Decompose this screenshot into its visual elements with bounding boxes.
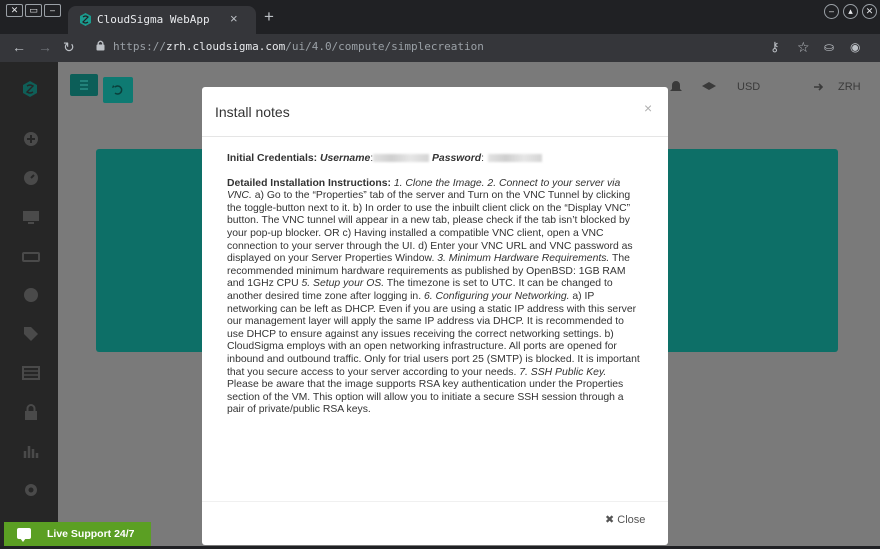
back-arrow-icon[interactable]: ← [12,39,26,55]
close-window-icon[interactable]: ✕ [862,4,877,19]
window-close-icon[interactable]: ✕ [6,4,23,17]
instruction-step-heading: 6. Configuring your Networking. [423,290,570,302]
redacted-password [487,154,542,163]
instruction-step-heading: 5. Setup your OS. [301,278,385,290]
maximize-window-icon[interactable]: ▴ [843,4,858,19]
left-sidebar [0,62,58,549]
url-host: zrh.cloudsigma.com [165,40,286,53]
url-scheme: https:// [113,40,166,53]
gear-icon[interactable] [22,481,40,499]
window-minimize-icon[interactable]: – [44,4,61,17]
dashboard-icon[interactable] [22,169,40,187]
address-bar[interactable]: https://zrh.cloudsigma.com/ui/4.0/comput… [113,40,484,53]
instruction-step-heading: 3. Minimum Hardware Requirements. [437,253,610,265]
key-icon[interactable]: ⚷ [770,39,780,55]
logout-icon[interactable] [814,82,825,92]
tags-icon[interactable] [22,325,40,343]
currency-selector[interactable]: USD [737,81,760,93]
close-label: Close [617,514,646,526]
rsa-key-note: Please be aware that the image supports … [227,379,624,416]
minimize-window-icon[interactable]: – [824,4,839,19]
browser-tab-bar: ✕ ▭ – CloudSigma WebApp × + – ▴ ✕ [0,0,880,34]
bookmark-star-icon[interactable]: ☆ [797,39,810,55]
hamburger-icon [80,80,88,90]
cloudsigma-logo-icon[interactable] [23,81,37,97]
tab-title: CloudSigma WebApp [97,13,210,26]
window-menu-buttons: ✕ ▭ – [6,4,61,17]
refresh-icon [112,85,123,95]
refresh-button[interactable] [103,77,133,103]
modal-footer-divider [202,501,668,502]
bar-chart-icon[interactable] [22,442,40,460]
forward-arrow-icon[interactable]: → [38,39,52,55]
browser-toolbar: ← → ↻ https://zrh.cloudsigma.com/ui/4.0/… [0,34,880,62]
chat-bubble-icon [17,528,31,542]
instruction-step-heading: 7. SSH Public Key. [519,366,607,378]
add-circle-icon[interactable] [22,130,40,148]
new-tab-button[interactable]: + [264,8,274,25]
extension-icon[interactable]: ⛀ [824,39,834,55]
location-label[interactable]: ZRH [838,81,861,93]
instructions-label: Detailed Installation Instructions: [227,177,391,189]
tab-close-icon[interactable]: × [230,11,238,26]
credentials-label: Initial Credentials: [227,153,318,164]
modal-body: Initial Credentials: Username: Password:… [227,153,643,417]
lock-icon[interactable] [96,40,105,51]
live-support-button[interactable]: Live Support 24/7 [4,522,151,546]
install-notes-modal: Install notes × Initial Credentials: Use… [202,87,668,545]
modal-divider [202,136,668,137]
instruction-step-text: a) IP networking can be left as DHCP. Ev… [227,290,640,378]
close-button[interactable]: ✖ Close [605,513,645,526]
lock-icon[interactable] [22,403,40,421]
modal-title: Install notes [215,104,290,120]
instructions-content: 1. Clone the Image. 2. Connect to your s… [227,178,640,378]
list-table-icon[interactable] [22,364,40,382]
initial-credentials: Initial Credentials: Username: Password: [227,153,643,166]
globe-icon[interactable] [22,286,40,304]
window-restore-icon[interactable]: ▭ [25,4,42,17]
graduation-cap-icon[interactable] [702,82,716,93]
menu-toggle-button[interactable] [70,74,98,96]
browser-tab[interactable]: CloudSigma WebApp × [68,6,256,34]
storage-drive-icon[interactable] [22,247,40,265]
reload-icon[interactable]: ↻ [63,39,75,55]
profile-icon[interactable]: ◉ [850,39,860,55]
close-x-icon: ✖ [605,514,615,526]
username-label: Username [319,153,371,164]
notification-bell-icon[interactable] [670,80,682,94]
password-label: Password [432,153,482,164]
monitor-icon[interactable] [22,208,40,226]
cloudsigma-favicon-icon [80,13,91,26]
redacted-username [373,154,430,163]
url-path: /ui/4.0/compute/simplecreation [285,40,484,53]
modal-close-icon[interactable]: × [644,100,652,116]
live-support-label: Live Support 24/7 [47,528,135,540]
instructions-text: Detailed Installation Instructions: 1. C… [227,178,643,417]
